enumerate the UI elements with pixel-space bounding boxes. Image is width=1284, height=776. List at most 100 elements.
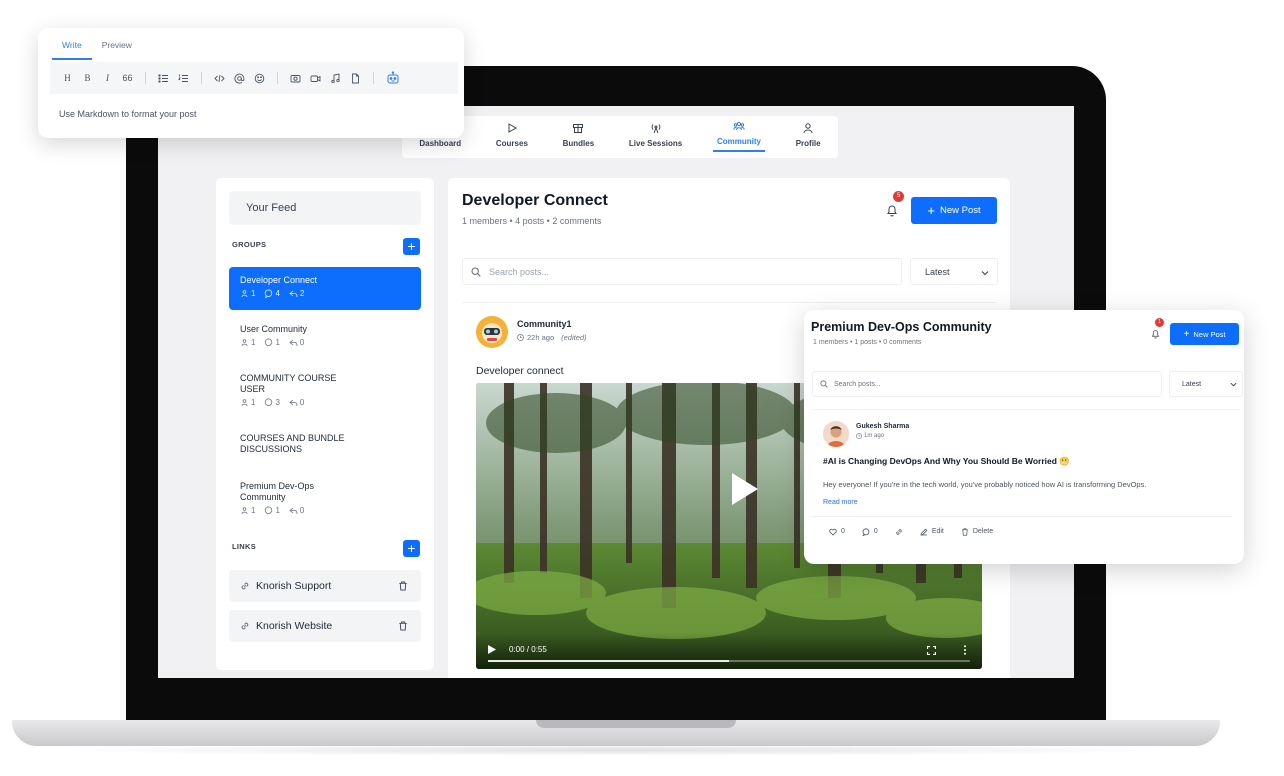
community-meta: 1 members • 1 posts • 0 comments <box>813 339 922 346</box>
post-author[interactable]: Gukesh Sharma <box>856 423 909 430</box>
trash-icon[interactable] <box>398 621 408 631</box>
heading-button[interactable]: H <box>62 73 73 84</box>
sort-value: Latest <box>1182 381 1202 388</box>
comment-button[interactable]: 0 <box>862 527 878 536</box>
video-progress-track[interactable] <box>488 660 970 662</box>
link-item[interactable]: Knorish Support <box>229 570 421 602</box>
tab-preview[interactable]: Preview <box>92 28 142 60</box>
heart-icon <box>829 528 837 536</box>
avatar[interactable] <box>823 421 849 447</box>
avatar[interactable] <box>476 316 508 348</box>
top-navigation: Dashboard Courses Bundles Live Sessions … <box>402 116 838 158</box>
group-meta: 1 members • 4 posts • 2 comments <box>462 216 602 226</box>
copy-link-button[interactable] <box>895 528 903 536</box>
numbered-list-icon[interactable] <box>178 73 189 84</box>
nav-label: Dashboard <box>419 139 462 148</box>
nav-courses[interactable]: Courses <box>492 122 532 152</box>
nav-profile[interactable]: Profile <box>792 122 825 152</box>
group-name: COMMUNITY COURSE USER <box>240 373 337 394</box>
group-item[interactable]: COURSES AND BUNDLE DISCUSSIONS <box>229 425 421 463</box>
bell-icon[interactable] <box>886 204 898 217</box>
your-feed-button[interactable]: Your Feed <box>229 191 421 225</box>
posts-count: 4 <box>264 289 280 298</box>
group-item[interactable]: Developer Connect 1 4 2 <box>229 267 421 310</box>
bullet-list-icon[interactable] <box>158 73 169 84</box>
page-title: Developer Connect <box>462 192 608 209</box>
ai-bot-icon[interactable] <box>386 71 400 85</box>
group-item[interactable]: User Community 1 1 0 <box>229 316 421 355</box>
new-post-button[interactable]: + New Post <box>911 197 997 224</box>
search-icon <box>471 267 481 277</box>
post-card: Gukesh Sharma 1m ago #AI is Changing Dev… <box>812 409 1240 557</box>
trash-icon[interactable] <box>398 581 408 591</box>
add-group-button[interactable]: + <box>403 238 420 255</box>
audio-icon[interactable] <box>330 72 341 84</box>
add-link-button[interactable]: + <box>403 540 420 557</box>
members-icon <box>241 399 248 407</box>
quote-button[interactable]: 66 <box>122 73 133 84</box>
group-stats: 1 3 0 <box>240 398 410 407</box>
mention-icon[interactable] <box>234 73 245 84</box>
reply-icon <box>289 399 298 407</box>
fullscreen-icon[interactable] <box>927 646 936 655</box>
italic-button[interactable]: I <box>102 73 113 84</box>
editor-placeholder[interactable]: Use Markdown to format your post <box>59 109 197 119</box>
search-input[interactable]: Search posts... <box>812 371 1162 397</box>
sidebar: Your Feed GROUPS + Developer Connect 1 4… <box>216 178 434 670</box>
code-icon[interactable] <box>214 73 225 84</box>
more-vertical-icon[interactable] <box>963 645 967 655</box>
sort-select[interactable]: Latest <box>910 258 998 285</box>
reply-icon <box>289 507 298 515</box>
search-placeholder: Search posts... <box>489 267 550 277</box>
bold-button[interactable]: B <box>82 73 93 84</box>
read-more-link[interactable]: Read more <box>823 499 858 506</box>
toolbar-divider <box>277 72 278 84</box>
nav-community[interactable]: Community <box>712 120 765 152</box>
link-label: Knorish Support <box>256 580 332 592</box>
avatar-person-icon <box>823 421 849 447</box>
plus-icon: + <box>927 203 935 218</box>
bell-icon[interactable] <box>1151 329 1160 339</box>
edited-flag: (edited) <box>561 333 587 342</box>
post-author[interactable]: Community1 <box>517 319 572 329</box>
new-post-label: New Post <box>1193 329 1226 339</box>
image-icon[interactable] <box>290 73 301 84</box>
post-text: Developer connect <box>476 365 564 377</box>
link-icon <box>896 528 902 535</box>
new-post-button[interactable]: + New Post <box>1170 323 1239 345</box>
nav-live-sessions[interactable]: Live Sessions <box>625 122 686 152</box>
group-name: User Community <box>240 324 308 334</box>
group-name: COURSES AND BUNDLE DISCUSSIONS <box>240 433 345 454</box>
group-item[interactable]: Premium Dev-Ops Community 1 1 0 <box>229 473 421 523</box>
sort-select[interactable]: Latest <box>1169 371 1243 397</box>
reply-icon <box>289 290 298 298</box>
play-icon[interactable] <box>488 645 496 654</box>
delete-button[interactable]: Delete <box>961 527 993 536</box>
emoji-icon[interactable] <box>254 73 265 84</box>
members-count: 1 <box>240 506 255 515</box>
tab-write[interactable]: Write <box>52 28 92 60</box>
community-title: Premium Dev-Ops Community <box>811 320 992 334</box>
post-actions: 0 0 Edit Delete <box>812 516 1232 546</box>
nav-label: Community <box>716 137 761 146</box>
search-input[interactable]: Search posts... <box>462 258 902 285</box>
post-headline: #AI is Changing DevOps And Why You Shoul… <box>823 456 1070 466</box>
members-icon <box>241 290 248 298</box>
link-icon <box>241 582 249 590</box>
file-icon[interactable] <box>350 73 361 84</box>
play-button[interactable] <box>720 467 764 511</box>
posts-count: 1 <box>264 338 280 347</box>
like-button[interactable]: 0 <box>829 528 845 536</box>
post-body: Hey everyone! If you're in the tech worl… <box>823 480 1147 489</box>
members-count: 1 <box>240 338 255 347</box>
post-time: 22h ago (edited) <box>517 333 587 342</box>
post-time-text: 1m ago <box>864 433 885 439</box>
nav-bundles[interactable]: Bundles <box>559 122 599 152</box>
comment-icon <box>265 289 273 298</box>
group-item[interactable]: COMMUNITY COURSE USER 1 3 0 <box>229 365 421 415</box>
edit-button[interactable]: Edit <box>920 528 944 536</box>
notification-badge: 5 <box>893 191 904 202</box>
video-icon[interactable] <box>310 73 321 84</box>
groups-heading: GROUPS <box>232 240 267 249</box>
link-item[interactable]: Knorish Website <box>229 610 421 642</box>
